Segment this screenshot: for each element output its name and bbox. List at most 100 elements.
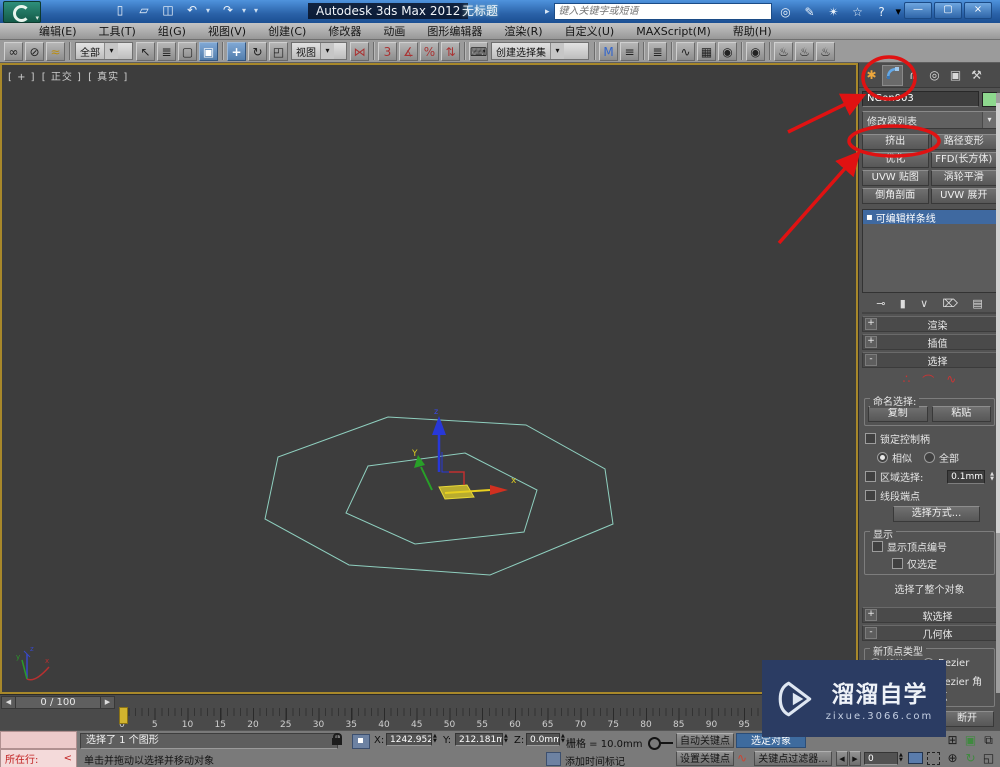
zoom-extents-icon[interactable]: ▣ (962, 732, 979, 748)
menu-modifiers[interactable]: 修改器 (317, 23, 372, 39)
copy-button[interactable]: 复制 (868, 406, 928, 422)
render-setup-icon[interactable]: ♨ (774, 41, 793, 61)
zoom-extents-all-icon[interactable]: ⊞ (944, 732, 961, 748)
modifier-stack[interactable]: ▪ 可编辑样条线 (862, 209, 997, 293)
select-object-icon[interactable]: ↖ (136, 41, 155, 61)
area-threshold-field[interactable]: 0.1mm (947, 469, 986, 484)
spline-subobject-icon[interactable]: ∿ (946, 372, 956, 389)
select-rotate-icon[interactable]: ↻ (248, 41, 267, 61)
mirror-icon[interactable]: M (599, 41, 618, 61)
qat-customize-icon[interactable]: ▾ (254, 6, 262, 15)
gizmo-red-plane-handle[interactable] (449, 471, 465, 485)
key-mode-toggle-icon[interactable] (908, 752, 923, 764)
window-crossing-icon[interactable]: ▣ (199, 41, 218, 61)
paste-button[interactable]: 粘贴 (931, 406, 991, 422)
key-filters-button[interactable]: 关键点过滤器... (754, 751, 832, 766)
named-selection-sets-dropdown[interactable]: 创建选择集 ▾ (491, 42, 589, 60)
layer-manager-icon[interactable]: ≣ (648, 41, 667, 61)
undo-caret-icon[interactable]: ▾ (206, 6, 214, 15)
keyboard-shortcut-toggle-icon[interactable]: ⌨ (469, 41, 488, 61)
path-deform-button[interactable]: 路径变形 (930, 134, 997, 150)
rollout-rendering[interactable]: + 渲染 (862, 316, 997, 332)
spinner-snap-icon[interactable]: ⇅ (441, 41, 460, 61)
menu-tools[interactable]: 工具(T) (88, 23, 147, 39)
selection-filter-dropdown[interactable]: 全部 ▾ (75, 42, 133, 60)
area-selection-checkbox[interactable] (865, 471, 876, 482)
time-slider-handle[interactable] (119, 707, 128, 724)
menu-rendering[interactable]: 渲染(R) (493, 23, 553, 39)
rollout-geometry[interactable]: - 几何体 (862, 625, 997, 641)
show-vertex-numbers-checkbox[interactable] (872, 541, 883, 552)
x-spinner[interactable]: ▲ ▼ (433, 734, 437, 744)
rollout-soft-selection[interactable]: + 软选择 (862, 607, 997, 623)
search-flyout-icon[interactable]: ▸ (545, 7, 550, 17)
turbosmooth-button[interactable]: 涡轮平滑 (930, 170, 997, 186)
z-spinner[interactable]: ▲ ▼ (561, 734, 565, 744)
gizmo-z-arrowhead[interactable] (432, 416, 446, 435)
configure-modifier-sets-icon[interactable]: ▤ (972, 297, 982, 310)
current-frame-field[interactable]: 0 (864, 752, 898, 765)
menu-edit[interactable]: 编辑(E) (28, 23, 88, 39)
open-file-button[interactable]: ▱ (134, 2, 154, 19)
menu-create[interactable]: 创建(C) (257, 23, 317, 39)
render-production-icon[interactable]: ♨ (816, 41, 835, 61)
save-file-button[interactable]: ◫ (158, 2, 178, 19)
favorites-icon[interactable]: ☆ (848, 4, 868, 20)
menu-animation[interactable]: 动画 (372, 23, 416, 39)
help-caret-icon[interactable]: ▾ (896, 5, 902, 18)
viewport-menu-shading[interactable]: [ 真实 ] (88, 72, 128, 83)
object-color-swatch[interactable] (982, 91, 997, 107)
track-bar-ruler[interactable]: 0 5 10 15 20 25 30 35 40 45 50 55 60 65 70 75 80 85 90 95 (119, 708, 834, 730)
viewport-menu-pov[interactable]: [ 正交 ] (42, 72, 82, 83)
break-button[interactable]: 断开 (940, 711, 994, 727)
menu-help[interactable]: 帮助(H) (722, 23, 783, 39)
reference-coordinate-dropdown[interactable]: 视图 ▾ (291, 42, 347, 60)
select-link-icon[interactable]: ∞ (4, 41, 23, 61)
pin-stack-icon[interactable]: ⊸ (876, 297, 885, 310)
snap-toggle-3d-icon[interactable]: 3 (378, 41, 397, 61)
select-by-button[interactable]: 选择方式... (893, 506, 980, 522)
select-move-icon[interactable]: + (227, 41, 246, 61)
menu-maxscript[interactable]: MAXScript(M) (625, 25, 722, 38)
frame-counter[interactable]: 0 / 100 (15, 696, 101, 709)
select-by-name-icon[interactable]: ≣ (157, 41, 176, 61)
menu-graph-editors[interactable]: 图形编辑器 (416, 23, 493, 39)
zoom-all-icon[interactable]: ⧉ (980, 732, 997, 748)
dropdown-arrow-icon[interactable]: ▾ (320, 43, 334, 59)
modifier-list-dropdown[interactable]: 修改器列表 ▾ (862, 111, 997, 129)
y-coord-field[interactable]: 212.181mm (455, 733, 503, 746)
communication-icon[interactable]: ✴ (824, 4, 844, 20)
uvw-map-button[interactable]: UVW 贴图 (862, 170, 929, 186)
zoom-region-icon[interactable] (927, 752, 940, 765)
segment-subobject-icon[interactable]: ⌒ (922, 372, 934, 389)
z-coord-field[interactable]: 0.0mm (526, 733, 560, 746)
expand-icon[interactable]: + (865, 318, 877, 330)
tab-motion-icon[interactable]: ◎ (924, 65, 945, 86)
extrude-button[interactable]: 挤出 (862, 134, 929, 150)
alike-radio[interactable] (877, 452, 888, 463)
gizmo-y-shaft[interactable] (420, 466, 433, 491)
pan-view-icon[interactable]: ⊕ (944, 750, 961, 766)
search-icon[interactable]: ◎ (776, 4, 796, 20)
subscription-icon[interactable]: ✎ (800, 4, 820, 20)
collapse-icon[interactable]: - (865, 354, 877, 366)
bevel-profile-button[interactable]: 倒角剖面 (862, 188, 929, 204)
help-icon[interactable]: ? (872, 4, 892, 20)
search-input[interactable] (553, 3, 772, 20)
maximize-button[interactable]: ▢ (934, 2, 962, 19)
auto-key-button[interactable]: 自动关键点 (676, 733, 734, 748)
maximize-viewport-icon[interactable]: ◱ (980, 750, 997, 766)
align-icon[interactable]: ≡ (620, 41, 639, 61)
rendered-frame-window-icon[interactable]: ♨ (795, 41, 814, 61)
dropdown-arrow-icon[interactable]: ▾ (104, 43, 118, 59)
unlink-icon[interactable]: ⊘ (25, 41, 44, 61)
tab-create-icon[interactable]: ✱ (861, 65, 882, 86)
select-scale-icon[interactable]: ◰ (269, 41, 288, 61)
previous-frame-button[interactable]: ◀ (1, 696, 16, 709)
x-coord-field[interactable]: 1242.952m (386, 733, 432, 746)
ffd-box-button[interactable]: FFD(长方体) (930, 152, 997, 168)
tab-hierarchy-icon[interactable]: ⋔ (903, 65, 924, 86)
gizmo-x-arrowhead[interactable] (490, 485, 508, 495)
maxscript-listener-line[interactable]: 所在行: < (0, 749, 77, 767)
set-key-icon[interactable] (648, 737, 673, 750)
